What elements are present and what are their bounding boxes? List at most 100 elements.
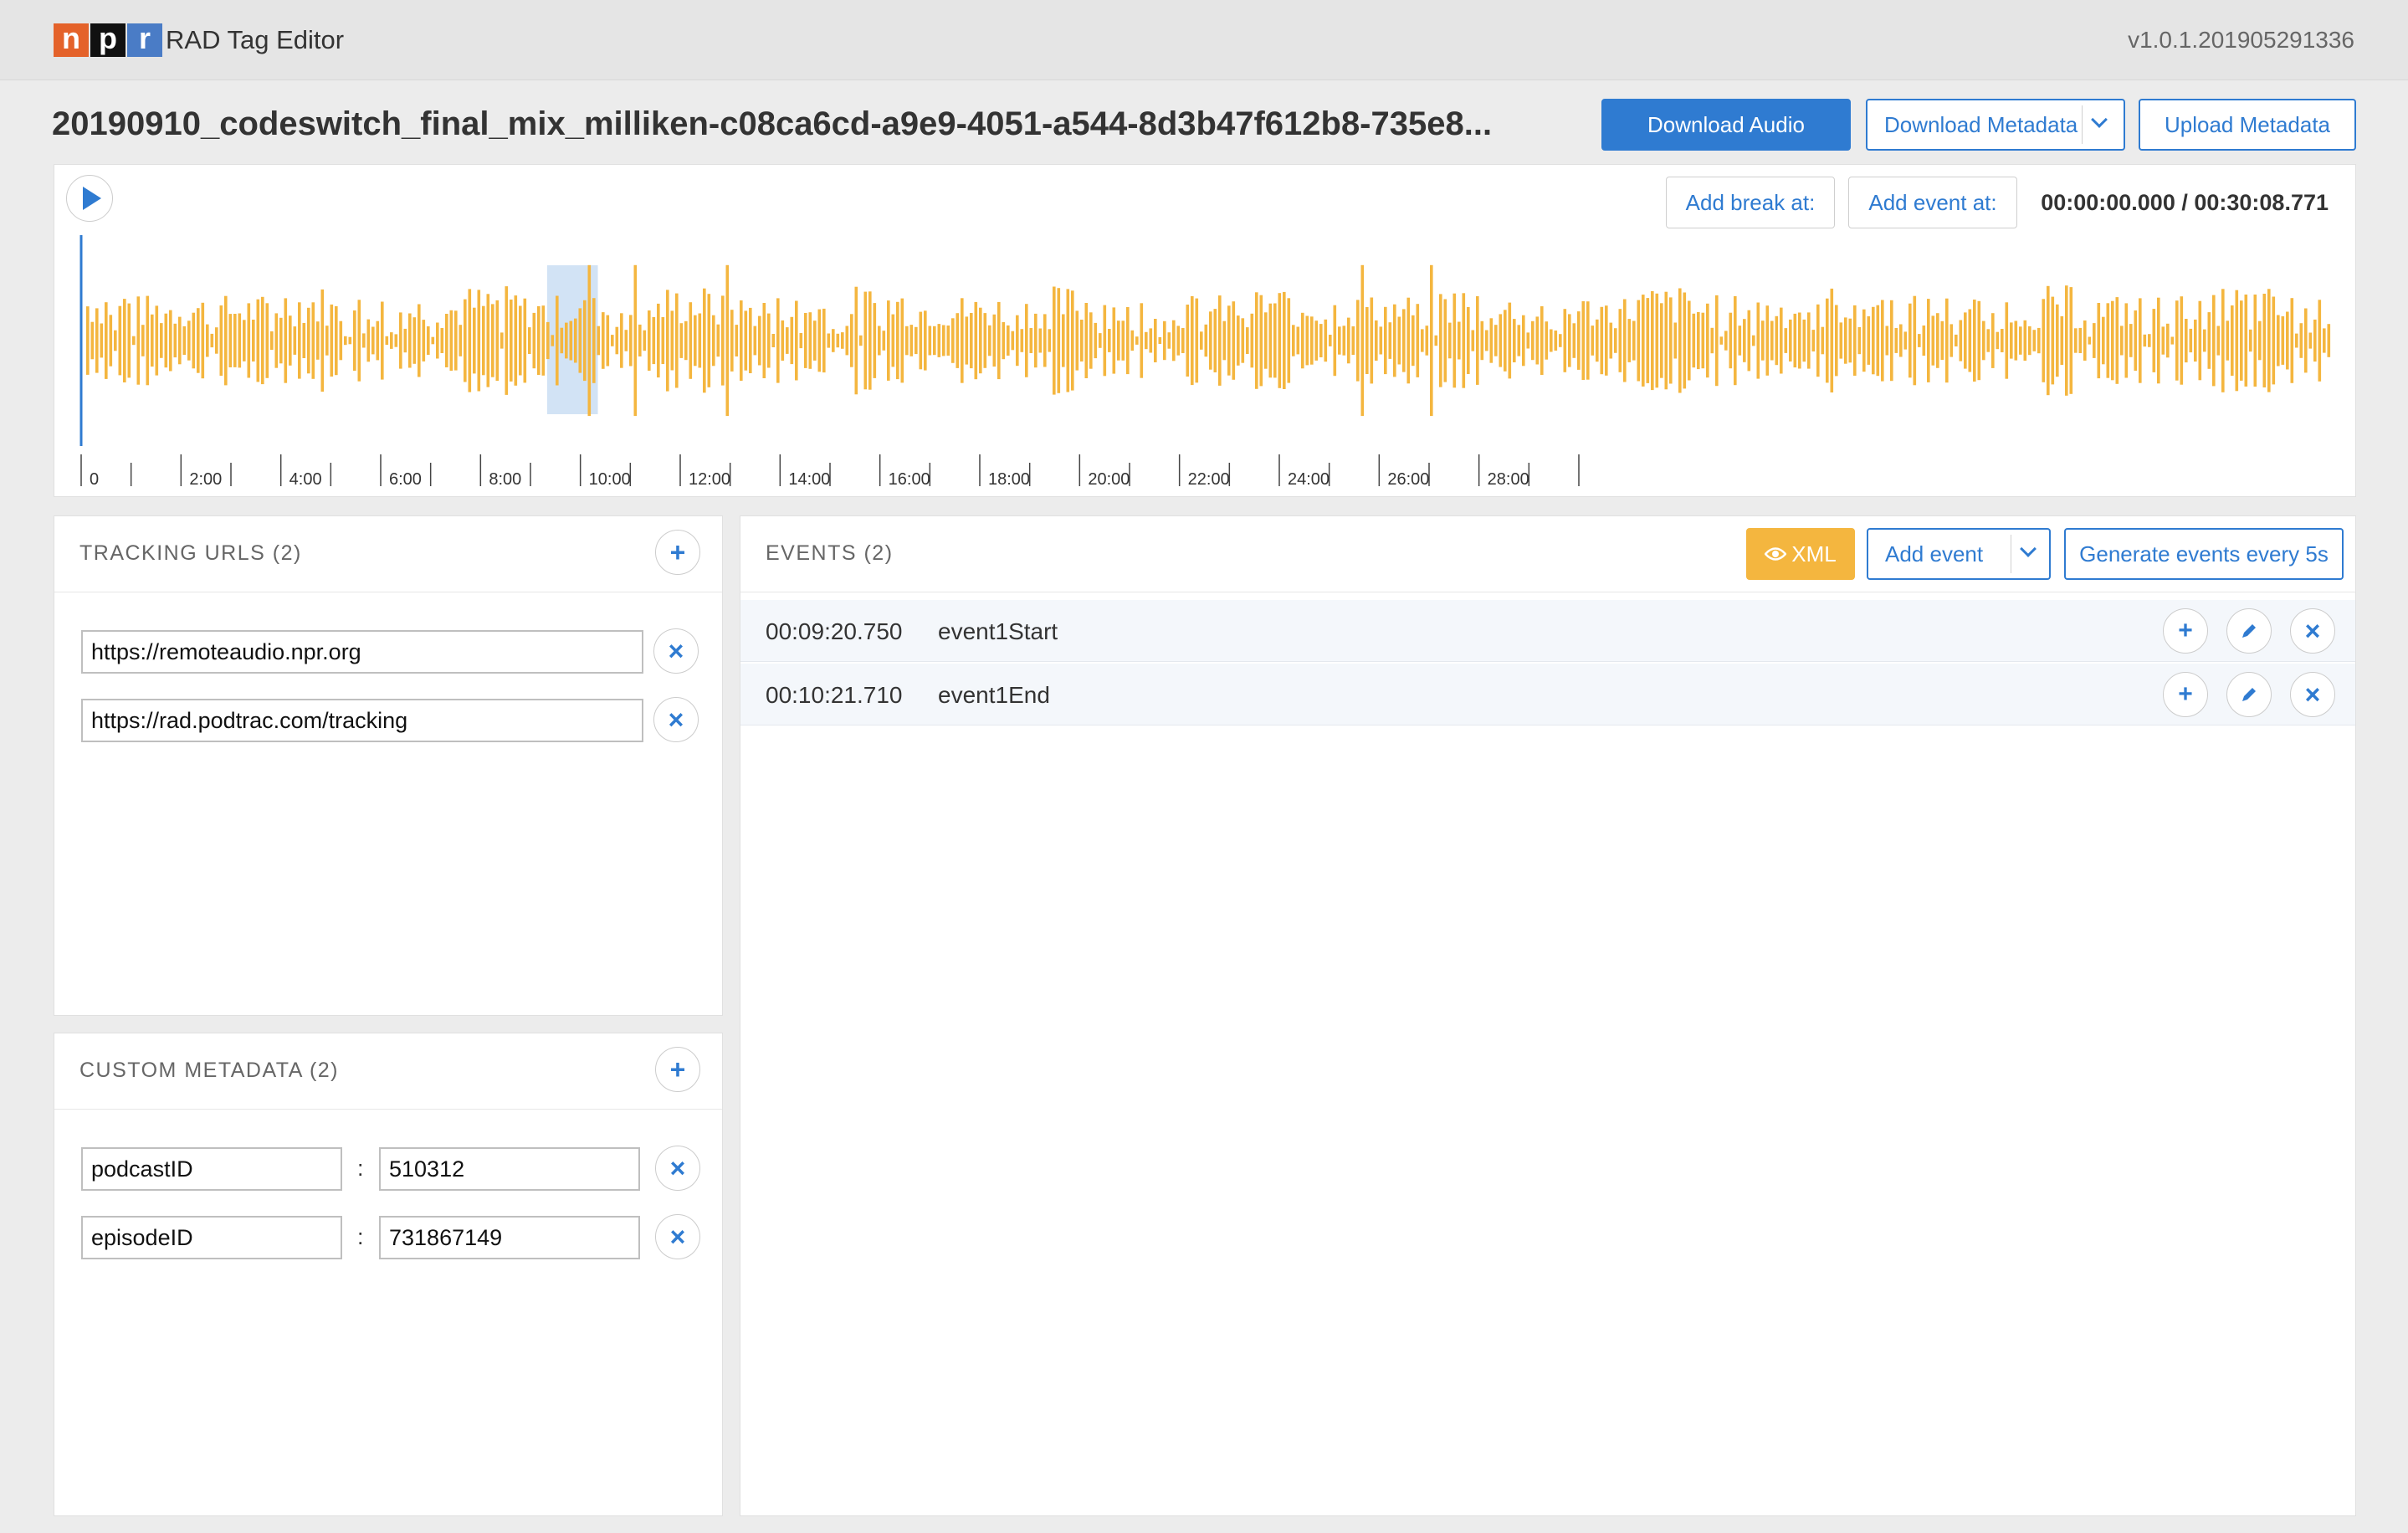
waveform-bar	[1397, 316, 1401, 365]
waveform-bar	[1627, 319, 1632, 362]
waveform-bar	[1775, 315, 1779, 366]
waveform-bar	[1411, 315, 1415, 367]
waveform-bar	[956, 313, 960, 368]
add-after-event-button[interactable]: +	[2163, 672, 2208, 717]
waveform-bar	[1949, 324, 1954, 357]
event-row[interactable]: 00:10:21.710 event1End + ×	[740, 664, 2355, 725]
waveform-bar	[1789, 319, 1792, 361]
metadata-value-field-1[interactable]	[379, 1147, 640, 1191]
waveform-bar	[2124, 303, 2129, 378]
delete-event-button[interactable]: ×	[2290, 608, 2335, 654]
dropdown-separator	[2082, 105, 2083, 144]
waveform-bar	[863, 291, 868, 390]
edit-event-button[interactable]	[2226, 608, 2272, 654]
axis-tick-label: 4:00	[289, 470, 322, 489]
chevron-down-icon[interactable]	[2091, 111, 2108, 128]
waveform-bar	[2286, 311, 2289, 370]
waveform-bar	[256, 299, 260, 382]
waveform-bar	[1605, 305, 1608, 376]
waveform-bar	[418, 304, 421, 377]
metadata-key-field-1[interactable]	[81, 1147, 342, 1191]
download-audio-button[interactable]: Download Audio	[1601, 99, 1851, 151]
tracking-url-field-1[interactable]	[81, 630, 643, 674]
waveform-bar	[1955, 334, 1958, 346]
waveform-bar	[2152, 309, 2156, 372]
waveform-bar	[661, 317, 665, 364]
waveform-bar	[1237, 315, 1240, 366]
waveform-bar	[915, 326, 918, 355]
waveform-bar	[2235, 290, 2239, 392]
edit-event-button[interactable]	[2226, 672, 2272, 717]
waveform-bar	[403, 328, 407, 353]
waveform-bar	[105, 302, 108, 379]
waveform-bar	[449, 310, 453, 372]
waveform-bar	[1062, 314, 1065, 367]
waveform-bar	[1535, 316, 1540, 365]
waveform-bar	[1213, 309, 1217, 372]
add-event-dropdown[interactable]: Add event	[1867, 528, 2051, 580]
waveform-bar	[1112, 307, 1116, 374]
add-metadata-button[interactable]: +	[655, 1047, 700, 1092]
waveform-bar	[353, 310, 356, 372]
add-tracking-url-button[interactable]: +	[655, 530, 700, 575]
waveform-bar	[298, 302, 301, 379]
metadata-value-field-2[interactable]	[379, 1216, 640, 1259]
waveform-bar	[302, 323, 306, 358]
xml-button[interactable]: XML	[1746, 528, 1855, 580]
waveform-bar	[1080, 320, 1084, 361]
waveform-bar	[385, 336, 389, 346]
upload-metadata-button[interactable]: Upload Metadata	[2139, 99, 2356, 151]
waveform-bar	[1126, 307, 1130, 375]
remove-tracking-url-button-1[interactable]: ×	[653, 628, 699, 674]
waveform-bar	[845, 326, 849, 356]
generate-events-label: Generate events every 5s	[2079, 541, 2329, 567]
waveform-bar	[344, 336, 347, 346]
remove-metadata-button-1[interactable]: ×	[655, 1146, 700, 1191]
axis-tick-label: 28:00	[1488, 470, 1529, 489]
close-icon: ×	[669, 1153, 686, 1183]
waveform-bar	[1250, 313, 1254, 368]
waveform-bar	[500, 332, 504, 349]
waveform-bar	[1007, 325, 1010, 356]
waveform-bar	[643, 330, 647, 351]
waveform-bar	[1688, 300, 1691, 381]
remove-tracking-url-button-2[interactable]: ×	[653, 697, 699, 742]
waveform-bar	[592, 298, 596, 383]
waveform-bar	[528, 327, 531, 354]
waveform-bar	[1526, 332, 1530, 349]
metadata-key-field-2[interactable]	[81, 1216, 342, 1259]
waveform-bar	[1848, 318, 1852, 363]
waveform-bar	[1043, 314, 1047, 367]
delete-event-button[interactable]: ×	[2290, 672, 2335, 717]
waveform-bar	[1222, 320, 1227, 361]
waveform-bar	[924, 310, 927, 371]
waveform-bar	[541, 305, 546, 376]
waveform-bar	[997, 301, 1001, 380]
waveform-bar	[1379, 326, 1383, 355]
axis-tick-label: 14:00	[788, 470, 830, 489]
chevron-down-icon[interactable]	[2020, 541, 2037, 557]
waveform-bar	[620, 313, 623, 368]
download-metadata-dropdown[interactable]: Download Metadata	[1866, 99, 2125, 151]
waveform-bar	[1908, 303, 1912, 378]
waveform-bar	[1738, 326, 1742, 356]
waveform-bar	[123, 299, 126, 382]
waveform-bar	[776, 298, 780, 383]
axis-tick-label: 20:00	[1088, 470, 1130, 489]
waveform-bar	[219, 305, 223, 376]
remove-metadata-button-2[interactable]: ×	[655, 1214, 700, 1259]
waveform-bar	[1609, 322, 1613, 359]
waveform-bar	[1089, 312, 1093, 369]
waveform-bar	[284, 298, 288, 383]
waveform-bar	[381, 301, 384, 380]
waveform-bar	[694, 315, 697, 367]
generate-events-button[interactable]: Generate events every 5s	[2064, 528, 2344, 580]
waveform-canvas[interactable]: 0 2:00 4:00 6:00 8:00 10:00 12:00 14:00 16:00 18:…	[54, 165, 2355, 496]
waveform-panel: Add break at: Add event at: 00:00:00.000…	[54, 164, 2356, 497]
event-row[interactable]: 00:09:20.750 event1Start + ×	[740, 600, 2355, 662]
waveform-bar	[721, 295, 725, 386]
waveform-bar	[2097, 303, 2101, 379]
tracking-url-field-2[interactable]	[81, 699, 643, 742]
waveform-bar	[1807, 312, 1811, 369]
add-after-event-button[interactable]: +	[2163, 608, 2208, 654]
